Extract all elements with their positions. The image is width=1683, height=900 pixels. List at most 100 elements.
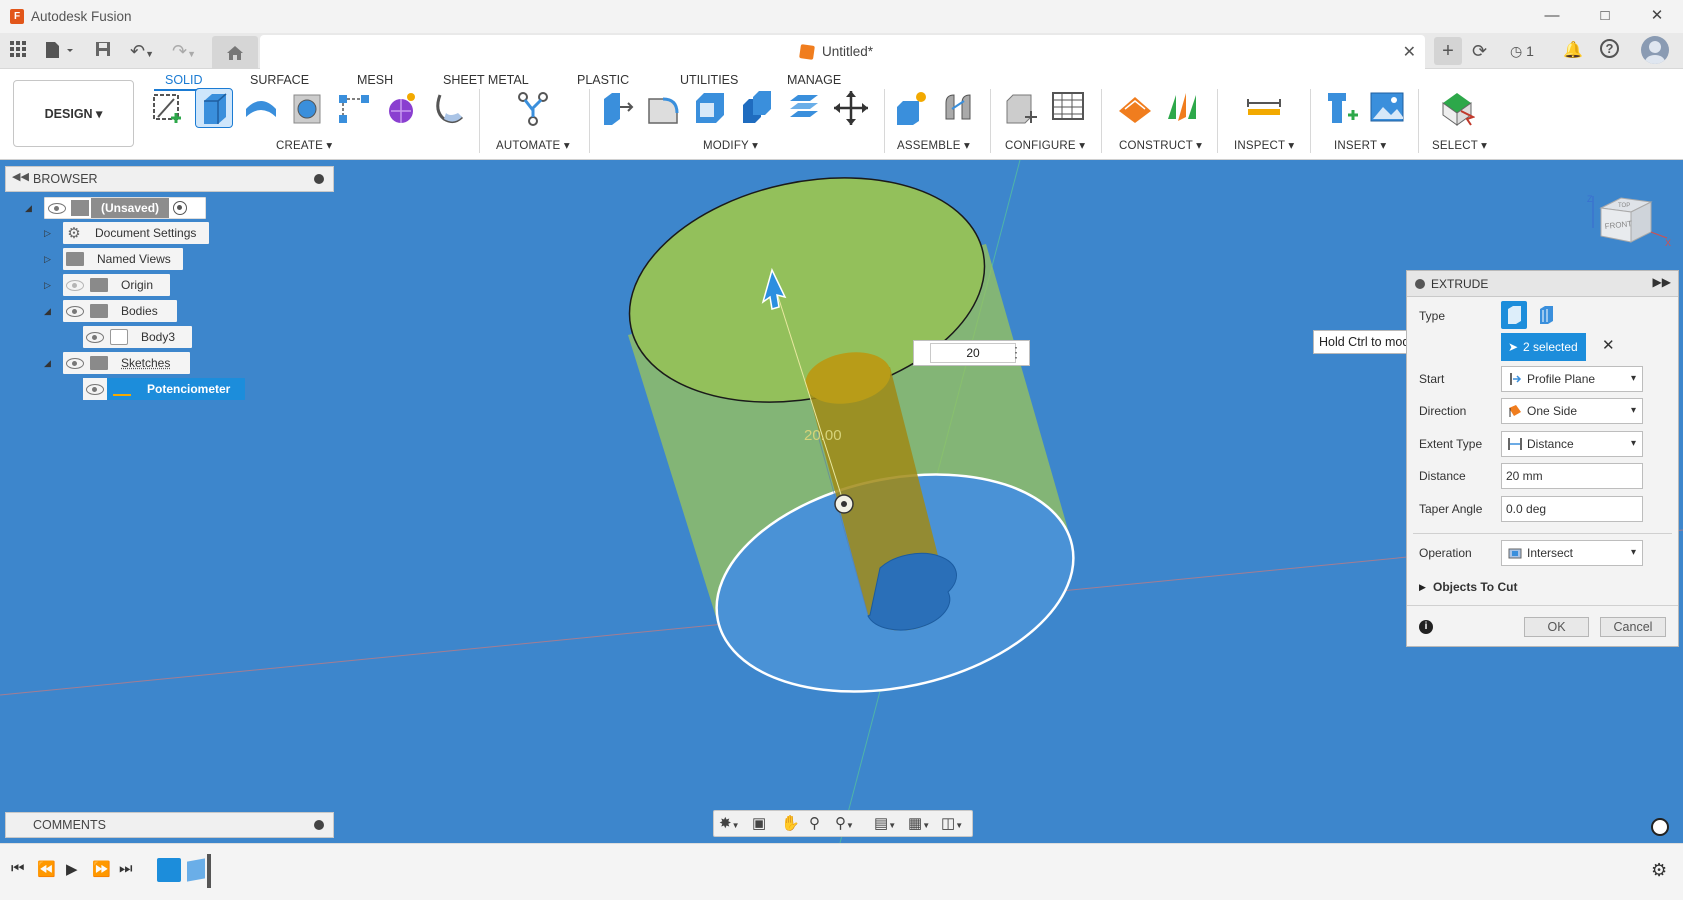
move-copy-icon[interactable] xyxy=(833,89,869,127)
tab-manage[interactable]: MANAGE xyxy=(787,73,841,87)
expand-origin-icon[interactable]: ▷ xyxy=(44,280,51,291)
tree-item-document-settings[interactable]: ⚙ Document Settings xyxy=(63,222,209,244)
create-form-icon[interactable] xyxy=(383,89,419,127)
workspace-switcher-button[interactable]: DESIGN ▾ xyxy=(13,80,134,147)
inspect-group-label[interactable]: INSPECT ▾ xyxy=(1234,138,1294,152)
objects-to-cut-section[interactable]: Objects To Cut xyxy=(1433,580,1517,594)
type-solid-button[interactable] xyxy=(1501,301,1527,329)
tab-solid[interactable]: SOLID xyxy=(165,73,203,87)
rectangular-pattern-icon[interactable] xyxy=(336,89,372,127)
grid-snaps-icon[interactable]: ▦▼ xyxy=(908,814,930,832)
clear-selection-icon[interactable]: ✕ xyxy=(1602,336,1615,354)
timeline-sketch-feature[interactable] xyxy=(157,858,181,882)
extrude-icon[interactable] xyxy=(195,88,233,128)
create-sketch-icon[interactable] xyxy=(150,89,186,127)
visibility-eye-icon[interactable] xyxy=(66,279,84,291)
insert-canvas-icon[interactable] xyxy=(1369,89,1405,127)
navigation-orientation-icon[interactable] xyxy=(1651,818,1669,836)
operation-select[interactable]: Intersect xyxy=(1501,540,1643,566)
automate-group-label[interactable]: AUTOMATE ▾ xyxy=(496,138,570,152)
step-forward-icon[interactable]: ⏩ xyxy=(92,860,111,878)
look-at-icon[interactable]: ▣ xyxy=(752,814,766,832)
insert-group-label[interactable]: INSERT ▾ xyxy=(1334,138,1386,152)
parameters-icon[interactable] xyxy=(1003,89,1039,127)
visibility-eye-container[interactable] xyxy=(83,378,107,400)
type-thin-button[interactable] xyxy=(1533,301,1559,329)
measure-icon[interactable] xyxy=(1246,89,1282,127)
offset-plane-icon[interactable] xyxy=(1117,89,1153,127)
tab-utilities[interactable]: UTILITIES xyxy=(680,73,738,87)
timeline-extrude-feature[interactable] xyxy=(187,858,205,882)
more-options-icon[interactable]: ⋮ xyxy=(1009,344,1023,361)
press-pull-icon[interactable] xyxy=(598,89,634,127)
zoom-icon[interactable]: ⚲ xyxy=(809,814,820,832)
display-settings-icon[interactable]: ▤▼ xyxy=(874,814,896,832)
modify-group-label[interactable]: MODIFY ▾ xyxy=(703,138,758,152)
taper-angle-input[interactable]: 0.0 deg xyxy=(1501,496,1643,522)
new-tab-icon[interactable]: + xyxy=(1434,37,1462,65)
orbit-icon[interactable]: ✸▼ xyxy=(719,814,740,832)
create-group-label[interactable]: CREATE ▾ xyxy=(276,138,332,152)
close-window-button[interactable]: ✕ xyxy=(1642,6,1672,26)
file-menu-icon[interactable] xyxy=(45,41,75,65)
start-select[interactable]: Profile Plane xyxy=(1501,366,1643,392)
ok-button[interactable]: OK xyxy=(1524,617,1589,637)
assemble-group-label[interactable]: ASSEMBLE ▾ xyxy=(897,138,970,152)
job-status-icon[interactable]: ◷ 1 xyxy=(1510,41,1534,61)
expand-sketches-icon[interactable]: ◢ xyxy=(44,358,51,369)
collapse-browser-icon[interactable]: ◀◀ xyxy=(12,170,29,183)
undo-icon[interactable]: ↶▼ xyxy=(130,41,154,64)
go-to-end-icon[interactable]: ⏭ xyxy=(119,860,133,877)
tab-mesh[interactable]: MESH xyxy=(357,73,393,87)
expand-root-icon[interactable]: ◢ xyxy=(25,203,32,214)
visibility-eye-icon[interactable] xyxy=(66,305,84,317)
visibility-eye-icon[interactable] xyxy=(66,357,84,369)
tab-sheet-metal[interactable]: SHEET METAL xyxy=(443,73,529,87)
select-group-label[interactable]: SELECT ▾ xyxy=(1432,138,1487,152)
tree-item-sketches[interactable]: Sketches xyxy=(63,352,190,374)
tree-item-potenciometer[interactable]: Potenciometer xyxy=(83,378,245,400)
midplane-icon[interactable] xyxy=(1164,89,1200,127)
automate-icon[interactable] xyxy=(515,89,551,127)
tree-item-origin[interactable]: Origin xyxy=(63,274,170,296)
expand-document-settings-icon[interactable]: ▷ xyxy=(44,228,51,239)
construct-group-label[interactable]: CONSTRUCT ▾ xyxy=(1119,138,1202,152)
browser-minimize-icon[interactable] xyxy=(314,174,324,184)
save-icon[interactable] xyxy=(95,41,111,63)
viewports-icon[interactable]: ◫▼ xyxy=(941,814,963,832)
timeline-settings-gear-icon[interactable]: ⚙ xyxy=(1651,860,1667,881)
visibility-eye-icon[interactable] xyxy=(86,383,104,395)
joint-icon[interactable] xyxy=(940,89,976,127)
user-avatar[interactable] xyxy=(1641,36,1669,64)
tree-item-bodies[interactable]: Bodies xyxy=(63,300,177,322)
visibility-eye-icon[interactable] xyxy=(48,202,66,214)
expand-bodies-icon[interactable]: ◢ xyxy=(44,306,51,317)
document-tab[interactable]: Untitled* ✕ xyxy=(260,35,1425,69)
expand-named-views-icon[interactable]: ▷ xyxy=(44,254,51,265)
app-grid-icon[interactable] xyxy=(10,41,26,63)
play-icon[interactable]: ▶ xyxy=(66,860,78,878)
fit-zoom-icon[interactable]: ⚲▼ xyxy=(835,814,854,832)
timeline-marker[interactable] xyxy=(207,854,211,888)
fillet-icon[interactable] xyxy=(645,89,681,127)
sync-icon[interactable]: ⟳ xyxy=(1472,41,1487,61)
tab-surface[interactable]: SURFACE xyxy=(250,73,309,87)
dialog-expand-icon[interactable]: ▶▶ xyxy=(1653,275,1671,289)
maximize-button[interactable]: □ xyxy=(1590,6,1620,26)
tree-item-named-views[interactable]: Named Views xyxy=(63,248,183,270)
direction-select[interactable]: One Side xyxy=(1501,398,1643,424)
visibility-eye-icon[interactable] xyxy=(86,331,104,343)
dialog-minimize-icon[interactable] xyxy=(1415,279,1425,289)
expand-objects-to-cut-icon[interactable]: ▶ xyxy=(1419,582,1426,593)
configure-group-label[interactable]: CONFIGURE ▾ xyxy=(1005,138,1085,152)
redo-icon[interactable]: ↷▼ xyxy=(172,41,196,64)
new-component-icon[interactable] xyxy=(893,89,929,127)
browser-panel-header[interactable]: ◀◀ BROWSER xyxy=(5,166,334,192)
notifications-bell-icon[interactable]: 🔔 xyxy=(1563,41,1583,61)
help-icon[interactable]: ? xyxy=(1600,39,1619,58)
close-tab-icon[interactable]: ✕ xyxy=(1403,42,1416,62)
go-to-start-icon[interactable]: ⏮ xyxy=(11,860,25,877)
extent-type-select[interactable]: Distance xyxy=(1501,431,1643,457)
extrude-dialog-header[interactable]: EXTRUDE ▶▶ xyxy=(1407,271,1678,297)
tree-item-body3[interactable]: Body3 xyxy=(83,326,192,348)
